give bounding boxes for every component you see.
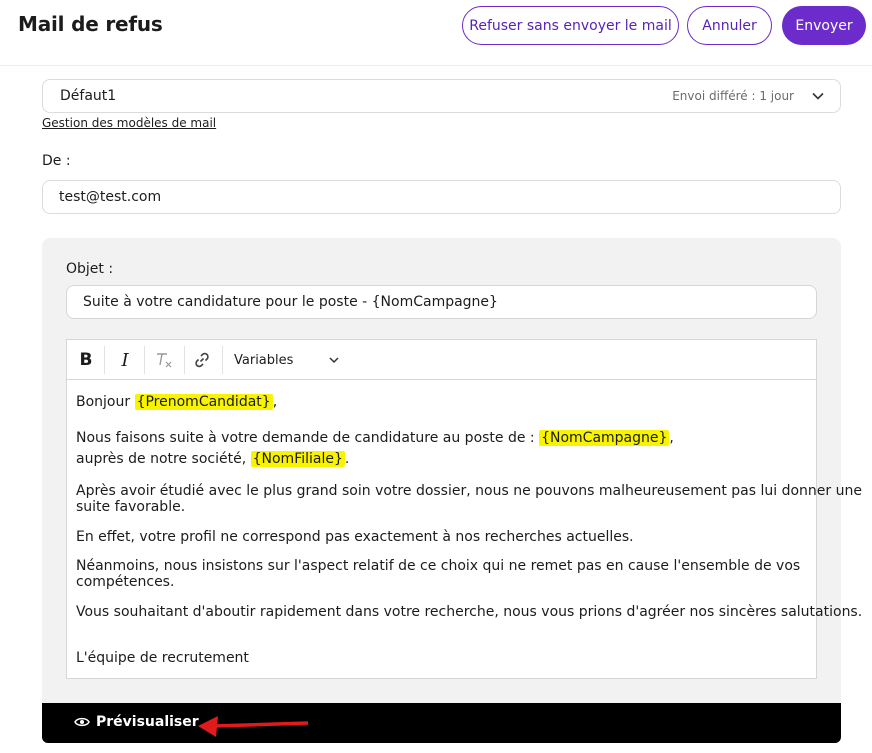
template-select[interactable]: Défaut1 Envoi différé : 1 jour (42, 79, 841, 113)
eye-icon (74, 717, 90, 727)
delayed-send-label: Envoi différé : 1 jour (672, 89, 794, 103)
clear-format-button[interactable] (151, 340, 177, 380)
p4-line-2: compétences. (76, 574, 175, 590)
link-icon (195, 352, 209, 368)
variables-label: Variables (234, 352, 294, 368)
italic-button[interactable]: I (114, 340, 136, 380)
chevron-down-icon (329, 357, 339, 364)
variables-dropdown[interactable]: Variables (234, 340, 349, 380)
mail-body-editor[interactable]: B I Variables Bonjour {PrenomCandidat} ,… (66, 339, 862, 679)
paragraph-1-line-2: auprès de notre société, {NomFiliale}. (76, 449, 349, 470)
template-select-value: Défaut1 (60, 88, 117, 104)
greeting-line: Bonjour {PrenomCandidat}, (76, 392, 277, 413)
paragraph-4: Néanmoins, nous insistons sur l'aspect r… (76, 558, 800, 590)
preview-label: Prévisualiser (96, 714, 199, 730)
clear-format-icon (157, 353, 172, 368)
variable-tag: {NomCampagne} (539, 430, 670, 446)
page-title: Mail de refus (18, 12, 163, 36)
editor-toolbar: B I Variables (67, 340, 816, 380)
from-field[interactable]: test@test.com (42, 180, 841, 214)
greeting-text: Bonjour (76, 394, 135, 410)
p1b-text: auprès de notre société, (76, 451, 251, 467)
signature: L'équipe de recrutement (76, 650, 249, 666)
toolbar-divider (104, 346, 105, 374)
header: Mail de refus Refuser sans envoyer le ma… (0, 0, 872, 66)
subject-field[interactable]: Suite à votre candidature pour le poste … (66, 285, 817, 319)
manage-templates-link[interactable]: Gestion des modèles de mail (42, 116, 216, 130)
paragraph-1-line-1: Nous faisons suite à votre demande de ca… (76, 428, 674, 449)
refuse-without-mail-button[interactable]: Refuser sans envoyer le mail (462, 6, 679, 45)
subject-label: Objet : (66, 261, 114, 277)
p2-line-1: Après avoir étudié avec le plus grand so… (76, 483, 862, 499)
toolbar-divider (144, 346, 145, 374)
p4-line-1: Néanmoins, nous insistons sur l'aspect r… (76, 558, 801, 574)
toolbar-divider (184, 346, 185, 374)
paragraph-3: En effet, votre profil ne correspond pas… (76, 529, 634, 545)
from-label: De : (42, 153, 71, 169)
preview-button[interactable]: Prévisualiser (42, 703, 841, 743)
annotation-arrow-icon (198, 716, 309, 737)
chevron-down-icon (812, 92, 824, 100)
link-button[interactable] (191, 340, 213, 380)
p1-text: Nous faisons suite à votre demande de ca… (76, 430, 540, 446)
toolbar-divider (222, 346, 223, 374)
p1-end: , (669, 430, 674, 446)
p2-line-2: suite favorable. (76, 499, 186, 515)
send-button[interactable]: Envoyer (782, 6, 866, 45)
variable-tag: {NomFiliale} (250, 451, 345, 467)
paragraph-2: Après avoir étudié avec le plus grand so… (76, 483, 862, 515)
variable-tag: {PrenomCandidat} (134, 394, 273, 410)
paragraph-5: Vous souhaitant d'aboutir rapidement dan… (76, 604, 863, 620)
bold-button[interactable]: B (75, 340, 97, 380)
p1b-end: . (344, 451, 350, 467)
cancel-button[interactable]: Annuler (687, 6, 772, 45)
greeting-end: , (272, 394, 278, 410)
